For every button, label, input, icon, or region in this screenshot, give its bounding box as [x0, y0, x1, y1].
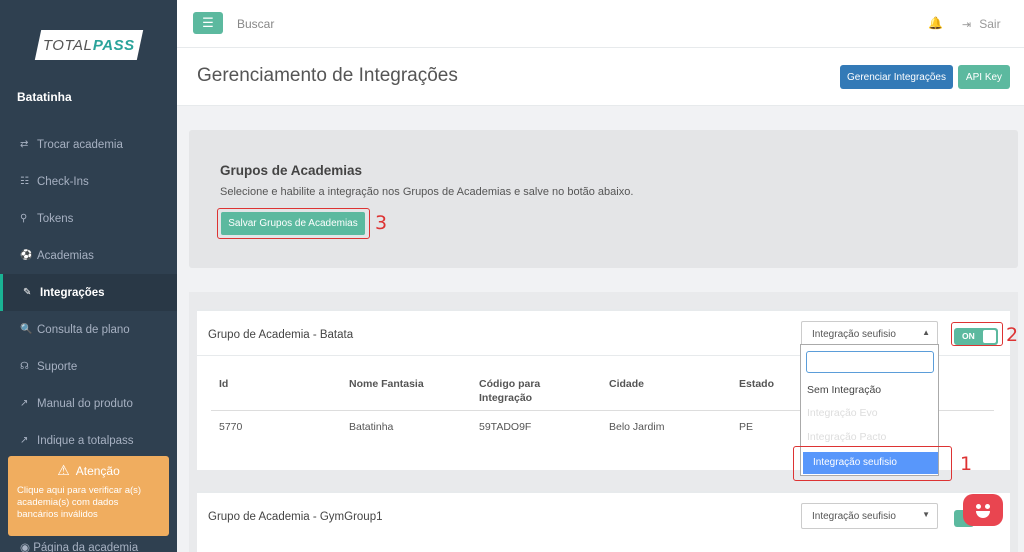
- sidebar-nav: ⇄ Trocar academia ☷ Check-Ins ⚲ Tokens ⚽ Aca…: [0, 126, 177, 459]
- plug-icon: ✎: [23, 287, 32, 298]
- sidebar-item-academias[interactable]: ⚽ Academias: [0, 237, 177, 274]
- annotation-box-1: [793, 446, 952, 481]
- sidebar-item-trocar-academia[interactable]: ⇄ Trocar academia: [0, 126, 177, 163]
- column-header-estado: Estado: [739, 378, 775, 390]
- bell-icon[interactable]: 🔔: [928, 16, 943, 30]
- attention-title-row: ⚠ Atenção: [17, 462, 160, 479]
- annotation-box-2: [951, 322, 1003, 346]
- sidebar-item-integracoes[interactable]: ✎ Integrações: [0, 274, 177, 311]
- logo-text-total: TOTAL: [42, 36, 93, 54]
- sidebar-item-manual-do-produto[interactable]: ↗ Manual do produto: [0, 385, 177, 422]
- dropdown-option[interactable]: Integração Evo: [807, 407, 878, 419]
- sidebar-item-label: Academias: [37, 249, 94, 262]
- logo-text-pass: PASS: [92, 36, 135, 54]
- group-card-title: Grupo de Academia - GymGroup1: [208, 511, 383, 523]
- chat-eye: [976, 504, 981, 509]
- logout-label: Sair: [979, 17, 1001, 31]
- sidebar-item-label: Tokens: [37, 212, 74, 225]
- cell-estado: PE: [739, 421, 754, 433]
- sidebar-item-check-ins[interactable]: ☷ Check-Ins: [0, 163, 177, 200]
- chat-widget-button[interactable]: [963, 494, 1003, 526]
- column-header-codigo: Código para Integração: [479, 378, 541, 404]
- column-header-nome-fantasia: Nome Fantasia: [349, 378, 424, 390]
- sidebar-item-label: Manual do produto: [37, 397, 133, 410]
- cell-nome-fantasia: Batatinha: [349, 421, 394, 433]
- ball-icon: ⚽: [20, 250, 33, 261]
- sidebar-item-label: Check-Ins: [37, 175, 89, 188]
- topbar: ☰ Buscar 🔔 ⇥ Sair: [177, 0, 1024, 48]
- headset-icon: ☊: [20, 361, 29, 372]
- attention-title: Atenção: [75, 463, 120, 478]
- sidebar-item-indique-a-totalpass[interactable]: ↗ Indique a totalpass: [0, 422, 177, 459]
- page-title: Gerenciamento de Integrações: [197, 65, 458, 86]
- sidebar-item-pagina-da-academia[interactable]: ◉ Página da academia: [20, 540, 138, 552]
- sidebar-item-label: Página da academia: [33, 542, 139, 552]
- search-icon: 🔍: [20, 324, 33, 335]
- integration-select[interactable]: Integração seufisio ▼: [801, 503, 938, 529]
- annotation-number-2: 2: [1006, 324, 1019, 346]
- chat-face-icon: [970, 500, 996, 520]
- column-header-id: Id: [219, 378, 229, 390]
- cell-cidade: Belo Jardim: [609, 421, 665, 433]
- cell-codigo: 59TADO9F: [479, 421, 532, 433]
- cell-id: 5770: [219, 421, 243, 433]
- key-icon: ⚲: [20, 213, 28, 224]
- hamburger-icon: ☰: [202, 15, 214, 30]
- dropdown-option[interactable]: Sem Integração: [807, 384, 881, 396]
- external-link-icon: ↗: [20, 398, 29, 409]
- search-input[interactable]: Buscar: [237, 17, 274, 31]
- annotation-number-1: 1: [960, 453, 973, 475]
- group-card-title: Grupo de Academia - Batata: [208, 329, 354, 341]
- manage-integrations-button[interactable]: Gerenciar Integrações: [840, 65, 953, 89]
- user-name: Batatinha: [17, 90, 72, 104]
- caret-up-icon: ▲: [922, 328, 930, 337]
- groups-panel: Grupos de Academias Selecione e habilite…: [189, 130, 1018, 268]
- sidebar: TOTAL PASS Batatinha ⇄ Trocar academia ☷ Ch…: [0, 0, 177, 552]
- page-heading: Gerenciamento de Integrações Gerenciar I…: [177, 48, 1024, 106]
- api-key-button[interactable]: API Key: [958, 65, 1010, 89]
- attention-alert[interactable]: ⚠ Atenção Clique aqui para verificar a(s)…: [8, 456, 169, 536]
- totalpass-logo[interactable]: TOTAL PASS: [34, 30, 143, 60]
- dropdown-search-input[interactable]: [806, 351, 934, 373]
- caret-down-icon: ▼: [922, 510, 930, 519]
- chat-mouth: [976, 511, 990, 518]
- sidebar-item-label: Indique a totalpass: [37, 434, 134, 447]
- warning-icon: ⚠: [57, 462, 70, 478]
- dropdown-option[interactable]: Integração Pacto: [807, 431, 886, 443]
- sign-out-icon: ⇥: [962, 18, 972, 31]
- logout-link[interactable]: ⇥ Sair: [962, 17, 1001, 31]
- annotation-number-3: 3: [375, 212, 388, 234]
- external-link-icon: ↗: [20, 435, 29, 446]
- sidebar-item-consulta-de-plano[interactable]: 🔍 Consulta de plano: [0, 311, 177, 348]
- groups-title: Grupos de Academias: [220, 163, 363, 178]
- sidebar-item-label: Suporte: [37, 360, 78, 373]
- logo-area: TOTAL PASS: [0, 0, 177, 80]
- swap-icon: ⇄: [20, 139, 29, 150]
- eye-icon: ◉: [20, 542, 34, 552]
- chat-eye: [985, 504, 990, 509]
- save-groups-button[interactable]: Salvar Grupos de Academias: [221, 212, 365, 235]
- sidebar-item-label: Consulta de plano: [37, 323, 130, 336]
- attention-text: Clique aqui para verificar a(s) academia…: [17, 485, 142, 520]
- column-header-cidade: Cidade: [609, 378, 645, 390]
- sidebar-item-tokens[interactable]: ⚲ Tokens: [0, 200, 177, 237]
- sidebar-item-suporte[interactable]: ☊ Suporte: [0, 348, 177, 385]
- select-value: Integração seufisio: [812, 511, 896, 522]
- select-value: Integração seufisio: [812, 329, 896, 340]
- group-card: Grupo de Academia - GymGroup1 Integração…: [197, 491, 1010, 552]
- sidebar-item-label: Trocar academia: [37, 138, 123, 151]
- sidebar-item-label: Integrações: [40, 286, 105, 299]
- groups-description: Selecione e habilite a integração nos Gr…: [220, 186, 634, 198]
- sliders-icon: ☷: [20, 176, 29, 187]
- menu-toggle-button[interactable]: ☰: [193, 12, 223, 34]
